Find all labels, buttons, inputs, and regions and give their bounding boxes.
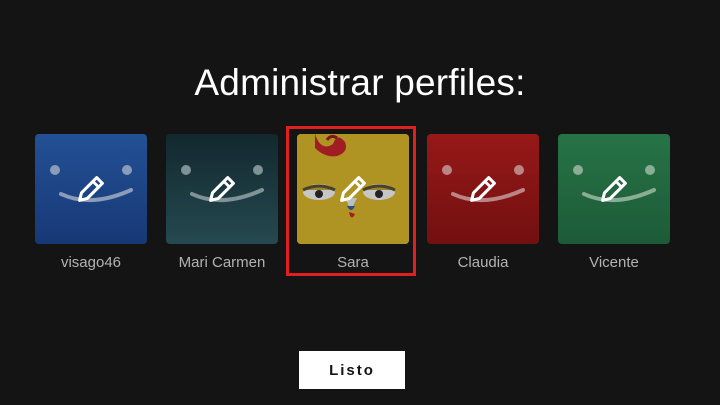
profile-name: Mari Carmen: [178, 254, 266, 271]
profile-card-vicente[interactable]: Vicente: [558, 134, 670, 271]
page-title: Administrar perfiles:: [194, 62, 526, 103]
avatar[interactable]: [35, 134, 147, 244]
profile-name: Vicente: [589, 254, 639, 271]
pencil-icon[interactable]: [464, 170, 502, 208]
avatar[interactable]: [558, 134, 670, 244]
avatar[interactable]: [427, 134, 539, 244]
selection-highlight: [286, 126, 416, 276]
avatar[interactable]: [166, 134, 278, 244]
pencil-icon[interactable]: [203, 170, 241, 208]
pencil-icon[interactable]: [72, 170, 110, 208]
manage-profiles-screen: Administrar perfiles: visago46 Mari Carm…: [0, 0, 720, 405]
profile-card-visago46[interactable]: visago46: [35, 134, 147, 271]
done-button[interactable]: Listo: [299, 351, 405, 389]
profile-card-mari-carmen[interactable]: Mari Carmen: [166, 134, 278, 271]
profile-name: visago46: [60, 254, 122, 271]
pencil-icon[interactable]: [595, 170, 633, 208]
profile-name: Claudia: [457, 254, 509, 271]
profile-card-claudia[interactable]: Claudia: [427, 134, 539, 271]
